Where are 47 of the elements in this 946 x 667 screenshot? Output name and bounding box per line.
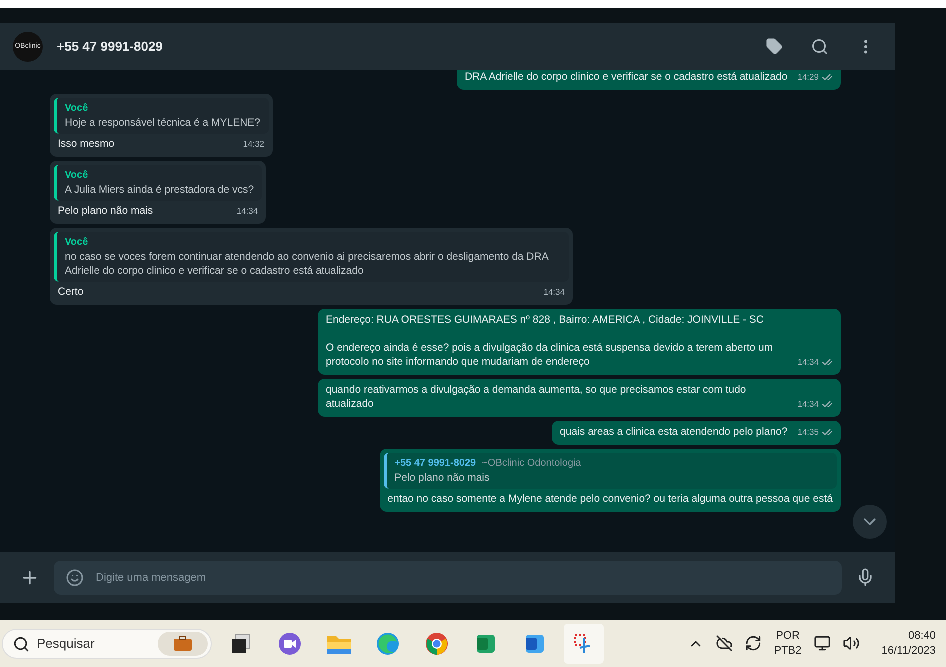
double-check-icon (822, 72, 833, 82)
message-time: 14:29 (798, 71, 819, 84)
quoted-message[interactable]: Você A Julia Miers ainda é prestadora de vcs? (54, 165, 262, 201)
quoted-message[interactable]: Você no caso se voces forem continuar atendendo ao convenio ai precisaremos abrir o desligamento da DRA Adrielle do corpo clinico e verificar se o cadastro está atualizado (54, 232, 569, 282)
message-time: 14:34 (798, 398, 819, 411)
volume-icon[interactable] (842, 635, 860, 652)
message-text: quais areas a clinica esta atendendo pelo plano? (560, 425, 788, 439)
emoji-icon[interactable] (66, 568, 84, 586)
message-text: Isso mesmo (58, 137, 116, 151)
message-time: 14:35 (798, 426, 819, 439)
search-icon (13, 636, 30, 652)
snipping-tool-icon[interactable] (564, 624, 604, 664)
quote-author: Você (65, 170, 88, 181)
quote-text: A Julia Miers ainda é prestadora de vcs? (65, 183, 254, 197)
message-time: 14:34 (544, 286, 565, 299)
message-time: 14:34 (236, 205, 258, 218)
message-text: Endereço: RUA ORESTES GUIMARAES nº 828 , Bairro: AMERICA , Cidade: JOINVILLE - SC O endereço ainda é esse? pois a divulgação da clinica está suspensa devido a terem aberto um protocolo no site informando que mudariam de endereço (326, 313, 774, 369)
sync-icon[interactable] (745, 635, 762, 652)
quoted-message[interactable]: +55 47 9991-8029 ~OBclinic Odontologia Pelo plano não mais (384, 453, 837, 489)
scroll-down-button[interactable] (853, 505, 887, 539)
microphone-icon[interactable] (856, 568, 875, 587)
double-check-icon (822, 426, 833, 438)
contact-name[interactable]: +55 47 9991-8029 (57, 39, 738, 54)
quote-subtitle: ~OBclinic Odontologia (482, 458, 582, 469)
quoted-message[interactable]: Você Hoje a responsável técnica é a MYLENE? (54, 98, 269, 134)
message-time: 14:34 (798, 356, 819, 369)
quote-author: Você (65, 103, 88, 114)
quote-text: no caso se voces forem continuar atendendo ao convenio ai precisaremos abrir o desligamento da DRA Adrielle do corpo clinico e verificar se o cadastro está atualizado (65, 250, 550, 278)
quote-text: Hoje a responsável técnica é a MYLENE? (65, 116, 261, 130)
message-text: Certo (58, 285, 85, 299)
double-check-icon (822, 356, 833, 368)
quote-author: Você (65, 237, 88, 248)
double-check-icon (822, 398, 833, 410)
language-indicator[interactable]: POR PTB2 (774, 628, 802, 658)
message-text: DRA Adrielle do corpo clinico e verificar se o cadastro está atualizado (464, 70, 788, 84)
message-text: Pelo plano não mais (58, 204, 154, 218)
label-icon[interactable] (766, 38, 783, 55)
quote-text: Pelo plano não mais (394, 471, 491, 485)
message-time: 14:32 (243, 138, 265, 151)
quote-author: +55 47 9991-8029 (394, 458, 476, 469)
search-icon[interactable] (811, 38, 829, 56)
message-text: entao no caso somente a Mylene atende pelo convenio? ou teria alguma outra pessoa que está (388, 492, 833, 506)
cloud-off-icon[interactable] (716, 635, 734, 652)
clock[interactable]: 08:40 16/11/2023 (882, 628, 936, 658)
network-icon[interactable] (814, 635, 831, 652)
message-input[interactable]: Digite uma mensagem (54, 560, 842, 594)
message-text: quando reativarmos a divulgação a demanda aumenta, so que precisamos estar com tudo atualizado (326, 383, 748, 411)
